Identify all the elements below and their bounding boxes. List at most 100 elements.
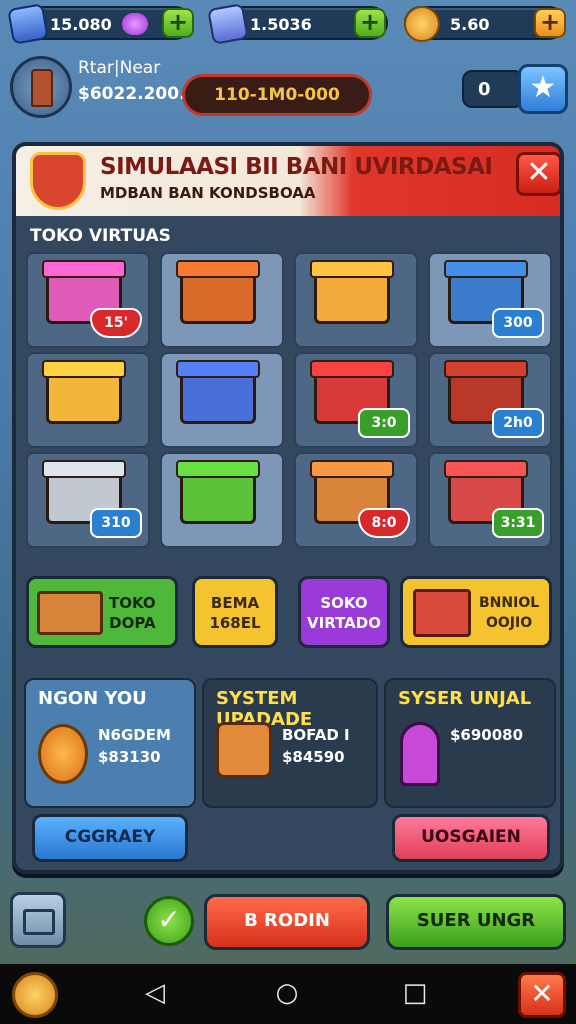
tower-icon [31, 69, 53, 107]
card-line2: $84590 [282, 748, 345, 766]
store-item-box-shop[interactable]: 8:0 [294, 452, 418, 548]
category-button-3[interactable]: SOKO VIRTADO [298, 576, 390, 648]
card-syser-unjal: SYSER UNJAL $690080 [384, 678, 556, 808]
category-label: DOPA [109, 614, 156, 632]
category-label: 168EL [209, 614, 261, 632]
close-icon: ✕ [526, 155, 552, 190]
worker-icon [216, 722, 272, 778]
resource-crystal-1[interactable]: 15.080 + [7, 3, 194, 45]
store-item-yellow-shop[interactable] [26, 352, 150, 448]
banner-subtitle: MDBAN BAN KONDSBOAA [100, 184, 316, 202]
shop-roof [42, 460, 126, 478]
green-action-button[interactable]: SUER UNGR [386, 894, 566, 950]
cart-icon [413, 589, 471, 637]
store-item-blue-store[interactable] [160, 352, 284, 448]
resource-bar: 15.080 + 1.5036 + 5.60 + [0, 0, 576, 48]
category-button-1[interactable]: TOKO DOPA [26, 576, 178, 648]
price-badge: 3:31 [492, 508, 544, 538]
store-item-pink-shop[interactable]: 15' [26, 252, 150, 348]
home-icon[interactable]: ○ [272, 978, 302, 1008]
count-box: 0 [462, 70, 524, 108]
shop-roof [444, 360, 528, 378]
price-badge: 3:0 [358, 408, 410, 438]
player-money: $6022.200.0 [78, 84, 198, 104]
progress-pill: 110-1M0-000 [182, 74, 372, 116]
card-line1: N6GDEM [98, 726, 171, 744]
store-item-market-stall[interactable] [160, 252, 284, 348]
price-badge: 8:0 [358, 508, 410, 538]
resource-value: 15.080 [50, 15, 112, 34]
red-action-button[interactable]: B RODIN [204, 894, 370, 950]
shop-icon [23, 909, 55, 935]
card-title: NGON YOU [38, 688, 147, 709]
crystal-icon [207, 3, 249, 45]
shield-icon [30, 152, 86, 210]
card-line1: BOFAD I [282, 726, 350, 744]
gold-coin-icon [404, 6, 440, 42]
shop-roof [176, 360, 260, 378]
category-label: BEMA [210, 594, 260, 612]
price-badge: 15' [90, 308, 142, 338]
player-avatar[interactable] [10, 56, 72, 118]
category-button-4[interactable]: BNNIOL OOJIO [400, 576, 552, 648]
count-value: 0 [478, 79, 491, 100]
price-badge: 300 [492, 308, 544, 338]
recents-icon[interactable]: □ [400, 978, 430, 1008]
add-resource-button[interactable]: + [354, 8, 386, 38]
card-title: SYSER UNJAL [398, 688, 532, 709]
store-item-red-shop[interactable]: 2h0 [428, 352, 552, 448]
price-badge: 2h0 [492, 408, 544, 438]
price-badge: 310 [90, 508, 142, 538]
banner-title: SIMULAASI BII BANI UVIRDASAI [100, 154, 493, 180]
resource-value: 1.5036 [250, 15, 312, 34]
shop-roof [310, 460, 394, 478]
star-icon: ★ [529, 70, 557, 105]
shop-roof [176, 460, 260, 478]
store-grid: 15' 300 3:0 2h0 310 8:0 3:31 [26, 252, 556, 552]
card-ngon-you: NGON YOU N6GDEM $83130 [24, 678, 196, 808]
shop-roof [444, 260, 528, 278]
shop-roof [310, 260, 394, 278]
close-icon: ✕ [530, 977, 554, 1010]
card-right-button[interactable]: UOSGAIEN [392, 814, 550, 862]
back-icon[interactable]: ◁ [140, 978, 170, 1008]
crate-icon [37, 591, 103, 635]
resource-value: 5.60 [450, 15, 490, 34]
close-button[interactable]: ✕ [516, 152, 560, 196]
bottom-action-row: ✓ B RODIN SUER UNGR [0, 886, 576, 962]
store-item-orange-shop[interactable] [294, 252, 418, 348]
star-button[interactable]: ★ [518, 64, 568, 114]
progress-text: 110-1M0-000 [214, 85, 340, 105]
check-icon: ✓ [157, 903, 181, 936]
store-item-red-cart[interactable]: 3:31 [428, 452, 552, 548]
shop-icon-button[interactable] [10, 892, 66, 948]
exit-button[interactable]: ✕ [518, 972, 566, 1018]
app-launcher-icon[interactable] [12, 972, 58, 1018]
player-name: Rtar|Near [78, 58, 161, 78]
category-label: SOKO [320, 594, 368, 612]
category-label: OOJIO [486, 615, 533, 631]
shop-roof [444, 460, 528, 478]
card-left-button[interactable]: CGGRAEY [32, 814, 188, 862]
shop-roof [176, 260, 260, 278]
category-label: TOKO [109, 594, 156, 612]
card-system-update: SYSTEM UPADADE BOFAD I $84590 [202, 678, 378, 808]
add-resource-button[interactable]: + [162, 8, 194, 38]
card-line1: $690080 [450, 726, 524, 744]
shop-roof [310, 360, 394, 378]
store-item-striped-stall[interactable]: 3:0 [294, 352, 418, 448]
store-item-blue-building[interactable]: 300 [428, 252, 552, 348]
store-item-green-shop[interactable] [160, 452, 284, 548]
resource-gold[interactable]: 5.60 + [404, 6, 566, 42]
title-banner: SIMULAASI BII BANI UVIRDASAI MDBAN BAN K… [16, 146, 560, 216]
gem-icon [122, 13, 148, 35]
store-item-shopping-cart[interactable]: 310 [26, 452, 150, 548]
card-line2: $83130 [98, 748, 161, 766]
character-icon [400, 722, 440, 786]
main-panel: SIMULAASI BII BANI UVIRDASAI MDBAN BAN K… [12, 142, 564, 874]
category-label: BNNIOL [479, 595, 540, 611]
add-gold-button[interactable]: + [534, 8, 566, 38]
category-button-2[interactable]: BEMA 168EL [192, 576, 278, 648]
confirm-button[interactable]: ✓ [144, 896, 194, 946]
resource-crystal-2[interactable]: 1.5036 + [207, 3, 388, 45]
